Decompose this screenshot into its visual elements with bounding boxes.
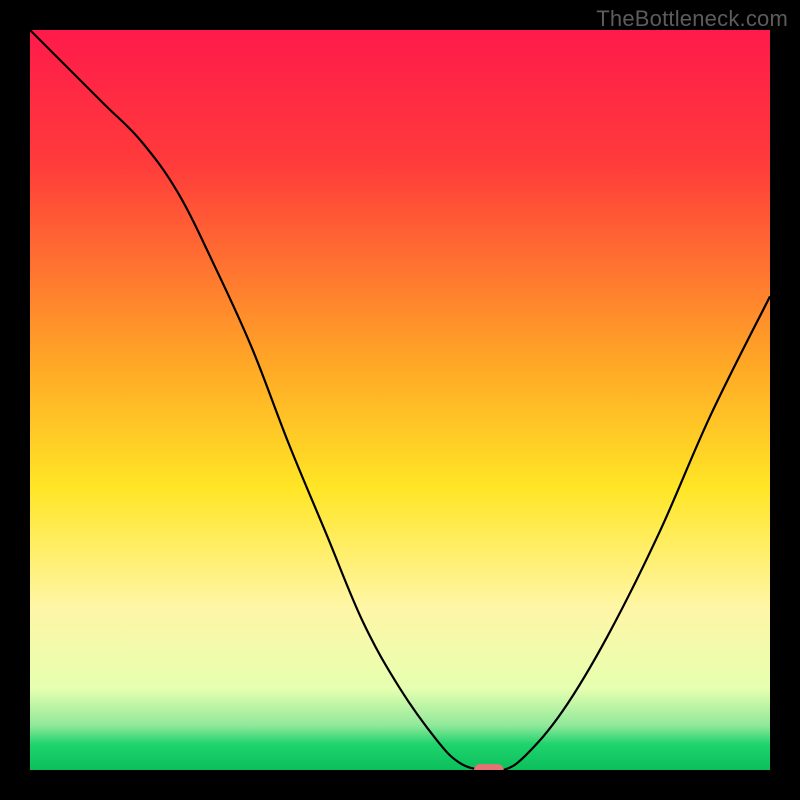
chart-plot-area bbox=[30, 30, 770, 770]
chart-frame: TheBottleneck.com bbox=[0, 0, 800, 800]
watermark-text: TheBottleneck.com bbox=[596, 6, 788, 32]
optimal-point-marker bbox=[474, 764, 504, 770]
chart-svg bbox=[30, 30, 770, 770]
